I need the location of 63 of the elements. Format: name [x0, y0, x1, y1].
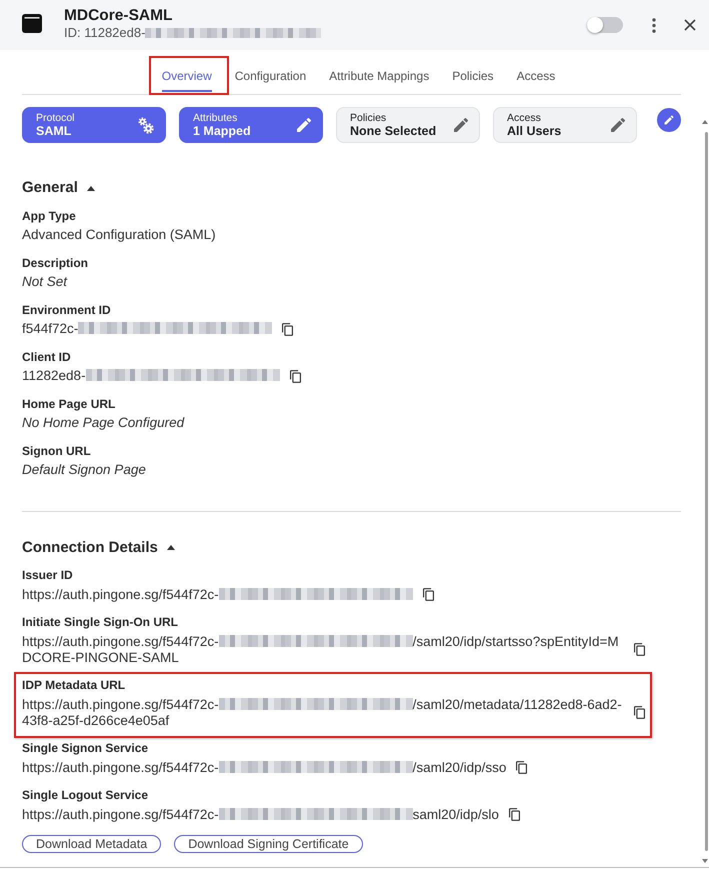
card-value: SAML: [36, 124, 72, 138]
field-label: Client ID: [22, 350, 71, 364]
edit-icon[interactable]: [657, 108, 681, 132]
app-title: MDCore-SAML: [64, 6, 172, 24]
download-button[interactable]: Download Metadata: [22, 835, 162, 853]
card-label: Policies: [350, 112, 386, 124]
tab[interactable]: Attribute Mappings: [318, 62, 441, 94]
tab[interactable]: Policies: [440, 62, 506, 94]
edit-icon[interactable]: [611, 118, 625, 132]
edit-icon[interactable]: [297, 118, 311, 132]
field-label: Home Page URL: [22, 396, 116, 412]
card-value: 1 Mapped: [193, 124, 251, 138]
field-value: Default Signon Page: [22, 462, 146, 478]
more-icon[interactable]: [652, 18, 656, 32]
field-value: https://auth.pingone.sg/f544f72c- /saml20/idp/startsso?spEntityId=MDCORE-PINGONE-SAML: [22, 634, 620, 666]
field-value: No Home Page Configured: [22, 415, 184, 431]
field-label: Single Signon Service: [22, 741, 148, 756]
field-label: Issuer ID: [22, 568, 73, 583]
download-button[interactable]: Download Signing Certificate: [174, 835, 363, 853]
field-value: https://auth.pingone.sg/f544f72c- saml20/idp/slo: [22, 806, 499, 822]
caret-icon[interactable]: [166, 545, 175, 550]
field-value: https://auth.pingone.sg/f544f72c- /saml20/idp/sso: [22, 760, 506, 776]
close-icon[interactable]: [684, 19, 696, 31]
field-label: Signon URL: [22, 444, 91, 458]
card-label: Attributes: [193, 112, 238, 124]
summary-card[interactable]: Attributes 1 Mapped: [179, 107, 323, 143]
copy-icon[interactable]: [634, 706, 645, 719]
gears-icon[interactable]: [138, 116, 154, 134]
copy-icon[interactable]: [516, 761, 528, 774]
copy-icon[interactable]: [290, 370, 301, 382]
summary-card[interactable]: Access All Users: [493, 107, 637, 143]
field-value: https://auth.pingone.sg/f544f72c-: [22, 586, 413, 602]
field-value: Advanced Configuration (SAML): [22, 227, 216, 243]
field-value: 11282ed8-: [22, 368, 280, 384]
summary-card[interactable]: Protocol SAML: [22, 107, 166, 143]
copy-icon[interactable]: [508, 808, 520, 821]
caret-icon[interactable]: [86, 186, 95, 190]
field-value: f544f72c-: [22, 321, 272, 337]
field-label: IDP Metadata URL: [22, 678, 126, 693]
enable-toggle[interactable]: [587, 17, 623, 33]
summary-card[interactable]: Policies None Selected: [336, 107, 480, 143]
copy-icon[interactable]: [634, 643, 645, 656]
card-label: Access: [507, 112, 541, 124]
card-value: All Users: [507, 124, 562, 138]
tab[interactable]: Overview: [150, 62, 224, 94]
field-label: Initiate Single Sign-On URL: [22, 615, 178, 630]
card-label: Protocol: [36, 112, 75, 124]
section-title: General: [22, 178, 78, 198]
field-label: Description: [22, 256, 88, 270]
tab[interactable]: Access: [505, 62, 567, 94]
window-icon: [22, 14, 42, 33]
card-value: None Selected: [350, 124, 436, 138]
tab[interactable]: Configuration: [223, 62, 318, 94]
field-value: https://auth.pingone.sg/f544f72c- /saml20/metadata/11282ed8-6ad2-43f8-a25f-d266ce4e05af: [22, 696, 623, 728]
field-label: App Type: [22, 208, 76, 224]
field-label: Single Logout Service: [22, 788, 148, 803]
app-id: ID: 11282ed8-: [64, 24, 322, 40]
copy-icon[interactable]: [422, 588, 434, 601]
field-value: Not Set: [22, 274, 68, 290]
field-label: Environment ID: [22, 302, 111, 318]
edit-icon[interactable]: [454, 118, 468, 132]
section-title: Connection Details: [22, 538, 158, 558]
copy-icon[interactable]: [282, 322, 294, 336]
